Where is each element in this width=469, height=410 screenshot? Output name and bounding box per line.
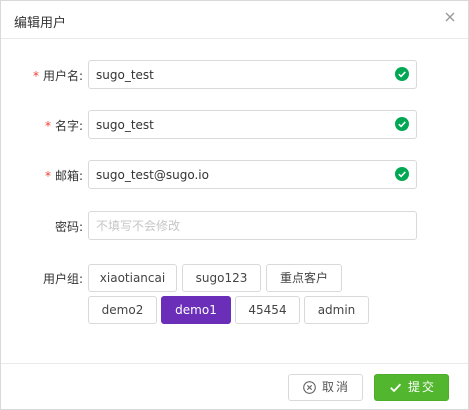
username-input[interactable]: [88, 60, 417, 89]
cancel-label: 取消: [322, 380, 351, 394]
submit-button[interactable]: 提交: [374, 374, 449, 401]
email-row: * 邮箱:: [1, 160, 468, 190]
close-circle-icon: [303, 381, 316, 394]
check-circle-icon: [395, 117, 409, 131]
cancel-button[interactable]: 取消: [288, 374, 363, 401]
username-label: * 用户名:: [32, 69, 83, 83]
required-mark: *: [32, 69, 39, 83]
dialog-footer: 取消 提交: [1, 363, 468, 409]
check-circle-icon: [395, 67, 409, 81]
group-tag[interactable]: demo2: [88, 296, 157, 324]
dialog-header: 编辑用户: [1, 1, 468, 39]
group-tag-selected[interactable]: demo1: [161, 296, 231, 324]
close-icon[interactable]: [443, 10, 457, 24]
group-tag[interactable]: sugo123: [182, 264, 261, 292]
group-tag[interactable]: xiaotiancai: [88, 264, 177, 292]
password-row: 密码:: [1, 211, 468, 241]
groups-label: 用户组:: [42, 272, 83, 286]
name-label: * 名字:: [44, 119, 83, 133]
dialog-title: 编辑用户: [14, 16, 67, 31]
required-mark: *: [44, 169, 51, 183]
group-tag[interactable]: 重点客户: [266, 264, 342, 292]
submit-label: 提交: [408, 380, 437, 394]
email-label: * 邮箱:: [44, 169, 83, 183]
name-input[interactable]: [88, 110, 417, 139]
edit-user-dialog: 编辑用户 *用户名: *名字: *邮箱: 密码: 用: [0, 0, 469, 410]
name-row: * 名字:: [1, 110, 468, 140]
password-input[interactable]: [88, 211, 417, 240]
check-circle-icon: [395, 167, 409, 181]
email-input[interactable]: [88, 160, 417, 189]
username-row: * 用户名:: [1, 60, 468, 90]
password-label: 密码:: [54, 220, 83, 234]
group-tag[interactable]: admin: [304, 296, 369, 324]
group-tag[interactable]: 45454: [235, 296, 300, 324]
check-icon: [390, 383, 402, 393]
required-mark: *: [44, 119, 51, 133]
